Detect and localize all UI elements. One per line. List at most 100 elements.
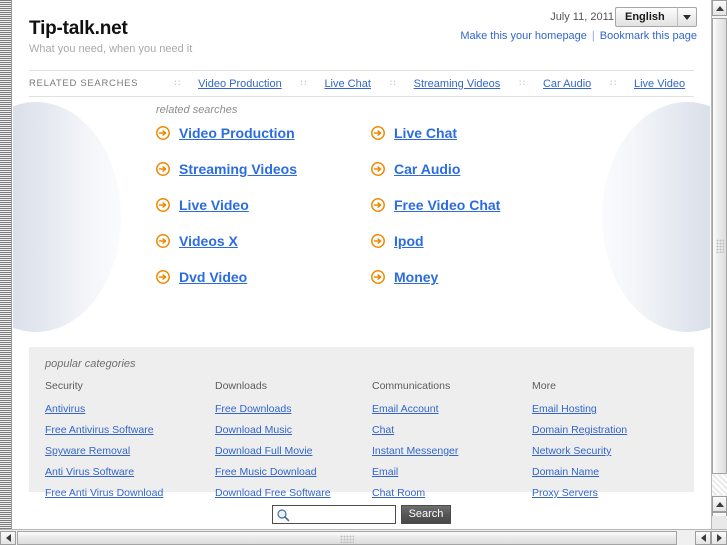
related-searches-nav-items: :: Video Production :: Live Chat :: Stre… [138, 78, 694, 90]
bookmark-page-link[interactable]: Bookmark this page [600, 30, 697, 42]
horizontal-scrollbar-thumb[interactable] [17, 531, 677, 545]
site-tagline: What you need, when you need it [29, 43, 193, 55]
category-link[interactable]: Network Security [532, 445, 678, 457]
related-search-item[interactable]: Dvd Video [156, 269, 371, 285]
arrow-circle-right-icon [156, 198, 170, 212]
category-link[interactable]: Chat [372, 424, 532, 436]
category-link[interactable]: Free Anti Virus Download [45, 487, 215, 499]
vertical-scrollbar-thumb[interactable] [712, 18, 727, 474]
browser-window: Tip-talk.net What you need, when you nee… [0, 0, 727, 545]
category-link[interactable]: Chat Room [372, 487, 532, 499]
category-link[interactable]: Free Downloads [215, 403, 372, 415]
arrow-circle-right-icon [156, 162, 170, 176]
related-search-label: Videos X [179, 233, 238, 249]
search-input[interactable] [273, 506, 395, 523]
search-icon [277, 509, 290, 522]
related-search-item[interactable]: Ipod [371, 233, 586, 249]
scrollbar-corner [711, 516, 727, 529]
nav-link-streaming-videos[interactable]: Streaming Videos [414, 78, 501, 90]
category-link[interactable]: Spyware Removal [45, 445, 215, 457]
category-link[interactable]: Free Music Download [215, 466, 372, 478]
nav-link-live-video[interactable]: Live Video [634, 78, 685, 90]
arrow-circle-right-icon [371, 198, 385, 212]
nav-separator: :: [299, 79, 308, 88]
make-homepage-link[interactable]: Make this your homepage [460, 30, 587, 42]
related-searches-section: related searches Video Production Live C… [13, 97, 710, 339]
page-header: Tip-talk.net What you need, when you nee… [13, 0, 710, 70]
nav-separator: :: [608, 79, 618, 88]
related-search-label: Ipod [394, 233, 424, 249]
arrow-circle-right-icon [371, 126, 385, 140]
page-viewport: Tip-talk.net What you need, when you nee… [13, 0, 710, 529]
related-search-label: Free Video Chat [394, 197, 501, 213]
scroll-up-button[interactable] [712, 0, 727, 16]
popular-categories-caption: popular categories [45, 358, 136, 370]
window-left-gutter [0, 0, 12, 529]
arrow-circle-right-icon [371, 162, 385, 176]
category-link[interactable]: Download Full Movie [215, 445, 372, 457]
category-link[interactable]: Email Account [372, 403, 532, 415]
category-link[interactable]: Domain Registration [532, 424, 678, 436]
related-search-label: Car Audio [394, 161, 461, 177]
related-search-item[interactable]: Money [371, 269, 586, 285]
related-search-label: Video Production [179, 125, 295, 141]
web-page: Tip-talk.net What you need, when you nee… [13, 0, 710, 529]
category-link[interactable]: Free Antivirus Software [45, 424, 215, 436]
site-search-bar: Search [13, 505, 710, 524]
arrow-circle-right-icon [156, 234, 170, 248]
vertical-scroll-track[interactable] [712, 475, 727, 495]
category-link[interactable]: Email [372, 466, 532, 478]
scroll-right-button[interactable] [711, 531, 727, 545]
site-title: Tip-talk.net [29, 18, 128, 39]
category-heading: Communications [372, 380, 451, 392]
language-select[interactable]: English [615, 7, 697, 27]
nav-separator: :: [172, 79, 182, 88]
nav-link-video-production[interactable]: Video Production [198, 78, 282, 90]
category-heading: Downloads [215, 380, 267, 392]
category-heading: More [532, 380, 556, 392]
scroll-left-button[interactable] [0, 531, 16, 545]
decorative-circle-right [602, 102, 710, 332]
search-field-wrapper [272, 505, 396, 524]
popular-categories-panel: popular categories Security Antivirus Fr… [29, 347, 694, 499]
category-heading: Security [45, 380, 83, 392]
related-searches-nav-label: RELATED SEARCHES [29, 78, 139, 89]
horizontal-scrollbar[interactable] [0, 529, 727, 545]
related-search-item[interactable]: Live Chat [371, 125, 586, 141]
category-link[interactable]: Email Hosting [532, 403, 678, 415]
related-search-label: Live Video [179, 197, 249, 213]
related-search-item[interactable]: Free Video Chat [371, 197, 586, 213]
category-link[interactable]: Domain Name [532, 466, 678, 478]
category-column-downloads: Downloads Free Downloads Download Music … [215, 380, 372, 508]
arrow-circle-right-icon [371, 270, 385, 284]
related-search-item[interactable]: Car Audio [371, 161, 586, 177]
category-link[interactable]: Antivirus [45, 403, 215, 415]
category-link[interactable]: Anti Virus Software [45, 466, 215, 478]
scroll-left-button-secondary[interactable] [695, 531, 711, 545]
header-links: Make this your homepage | Bookmark this pa… [460, 30, 697, 42]
popular-categories-columns: Security Antivirus Free Antivirus Softwa… [45, 380, 678, 508]
scrollbar-grip-icon [340, 535, 354, 543]
category-column-more: More Email Hosting Domain Registration N… [532, 380, 678, 508]
vertical-scrollbar[interactable] [711, 0, 727, 529]
category-link[interactable]: Proxy Servers [532, 487, 678, 499]
category-link[interactable]: Download Free Software [215, 487, 372, 499]
decorative-circle-left [13, 102, 121, 332]
search-button[interactable]: Search [401, 505, 451, 524]
arrow-circle-right-icon [371, 234, 385, 248]
related-search-item[interactable]: Video Production [156, 125, 371, 141]
related-searches-grid: Video Production Live Chat Streaming Vid… [156, 125, 576, 285]
category-link[interactable]: Download Music [215, 424, 372, 436]
nav-link-live-chat[interactable]: Live Chat [324, 78, 370, 90]
category-link[interactable]: Instant Messenger [372, 445, 532, 457]
category-column-communications: Communications Email Account Chat Instan… [372, 380, 532, 508]
related-search-item[interactable]: Live Video [156, 197, 371, 213]
nav-link-car-audio[interactable]: Car Audio [543, 78, 591, 90]
related-search-label: Streaming Videos [179, 161, 298, 177]
scrollbar-grip-icon [716, 239, 724, 253]
scroll-up-button-secondary[interactable] [712, 496, 727, 512]
related-search-item[interactable]: Streaming Videos [156, 161, 371, 177]
current-date: July 11, 2011 [550, 11, 614, 23]
related-search-item[interactable]: Videos X [156, 233, 371, 249]
nav-separator: :: [388, 79, 397, 88]
